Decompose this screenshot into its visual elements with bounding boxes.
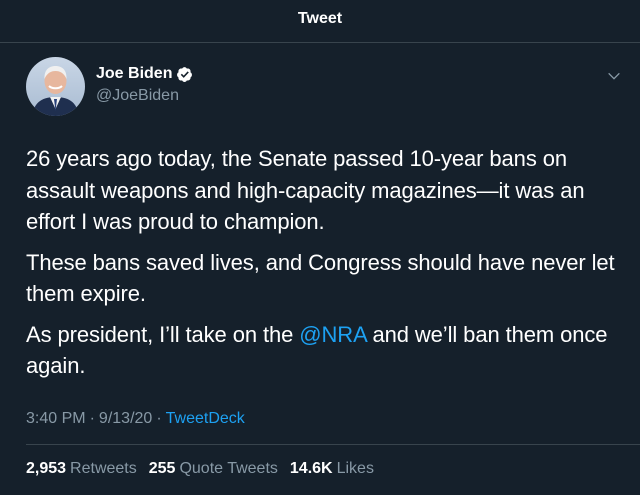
quote-tweets-label: Quote Tweets bbox=[179, 460, 278, 477]
retweets-stat[interactable]: 2,953 Retweets bbox=[26, 460, 137, 478]
verified-badge-icon bbox=[177, 66, 193, 82]
author-names: Joe Biden @JoeBiden bbox=[96, 65, 193, 105]
likes-count: 14.6K bbox=[289, 460, 333, 477]
author-display-name[interactable]: Joe Biden bbox=[96, 65, 172, 83]
likes-stat[interactable]: 14.6K Likes bbox=[290, 460, 374, 478]
tweet-paragraph-2: These bans saved lives, and Congress sho… bbox=[26, 249, 615, 307]
divider bbox=[26, 444, 640, 445]
separator-dot: · bbox=[89, 410, 95, 427]
separator-dot: · bbox=[156, 410, 162, 427]
likes-label: Likes bbox=[336, 460, 374, 477]
tweet-date[interactable]: 9/13/20 bbox=[99, 410, 152, 428]
retweets-count: 2,953 bbox=[26, 460, 67, 477]
tweet-text-segment: As president, I’ll take on the bbox=[26, 321, 300, 347]
tweet-paragraph-3: As president, I’ll take on the @NRA and … bbox=[26, 319, 626, 382]
quote-tweets-stat[interactable]: 255 Quote Tweets bbox=[149, 460, 278, 478]
top-bar: Tweet bbox=[0, 0, 640, 43]
tweet-author: Joe Biden @JoeBiden bbox=[26, 57, 193, 116]
chevron-down-icon[interactable] bbox=[606, 68, 622, 84]
author-handle[interactable]: @JoeBiden bbox=[96, 87, 193, 105]
page-title: Tweet bbox=[297, 10, 343, 27]
tweet-metadata: 3:40 PM · 9/13/20 · TweetDeck bbox=[26, 410, 245, 428]
retweets-label: Retweets bbox=[70, 460, 137, 477]
tweet-time[interactable]: 3:40 PM bbox=[26, 410, 86, 428]
mention-link-nra[interactable]: @NRA bbox=[299, 322, 366, 347]
avatar-image bbox=[26, 57, 85, 116]
avatar[interactable] bbox=[26, 57, 85, 116]
display-name-row: Joe Biden bbox=[96, 65, 193, 83]
tweet-paragraph-1: 26 years ago today, the Senate passed 10… bbox=[26, 146, 585, 234]
quote-tweets-count: 255 bbox=[148, 460, 176, 477]
tweet-text: 26 years ago today, the Senate passed 10… bbox=[26, 143, 626, 391]
tweet-source-link[interactable]: TweetDeck bbox=[166, 410, 245, 428]
tweet-stats: 2,953 Retweets 255 Quote Tweets 14.6K Likes bbox=[26, 460, 386, 478]
